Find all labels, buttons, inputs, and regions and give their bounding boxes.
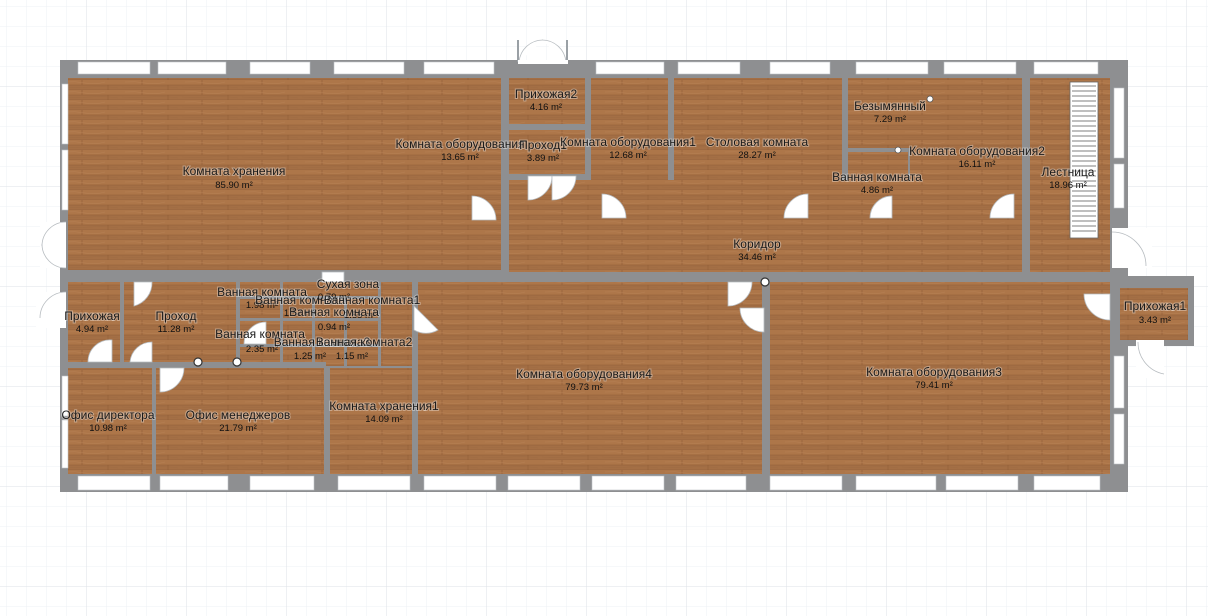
room-label-dining: Столовая комната — [706, 135, 809, 149]
room-label-storage1: Комната хранения1 — [329, 399, 439, 413]
room-area-hall1: 3.43 m² — [1139, 315, 1171, 326]
room-area-corridor: 34.46 m² — [738, 252, 776, 263]
room-label-bath2: Ванная комната2 — [316, 335, 413, 349]
floor-plan-canvas[interactable]: Комната хранения 85.90 m² Комната оборуд… — [0, 0, 1208, 616]
room-label-equip-left: Комната оборудования — [395, 137, 524, 151]
room-area-storage1: 14.09 m² — [365, 414, 403, 425]
room-label-hall2: Прихожая2 — [515, 87, 578, 101]
room-label-equip2: Комната оборудования2 — [909, 144, 1045, 158]
room-area-equip2: 16.11 m² — [959, 159, 996, 170]
staircase — [1069, 81, 1099, 239]
column-marker — [193, 357, 203, 367]
room-label-bath-c: Ванная комната — [289, 305, 379, 319]
room-label-pass: Проход — [155, 309, 196, 323]
room-label-equip3: Комната оборудования3 — [866, 365, 1002, 379]
room-label-dry-zone: Сухая зона — [317, 277, 380, 291]
room-area-managers: 21.79 m² — [219, 423, 257, 434]
room-label-equip1: Комната оборудования1 — [560, 135, 696, 149]
room-floor — [1120, 288, 1188, 340]
room-label-storage: Комната хранения — [183, 164, 286, 178]
room-label-hall1: Прихожая1 — [1124, 299, 1187, 313]
room-label-hall-left: Прихожая — [64, 309, 120, 323]
room-area-equip1: 12.68 m² — [609, 150, 647, 161]
room-label-director: Офис директора — [61, 408, 154, 422]
sink-fixture — [894, 146, 902, 154]
room-area-unnamed: 7.29 m² — [874, 114, 906, 125]
room-area-equip4: 79.73 m² — [565, 382, 603, 393]
room-area-pass1: 3.89 m² — [527, 153, 559, 164]
room-area-bath2: 1.15 m² — [336, 351, 368, 362]
room-area-equip-left: 13.65 m² — [441, 152, 479, 163]
sink-fixture — [926, 95, 934, 103]
room-area-hall-left: 4.94 m² — [76, 324, 108, 335]
room-label-unnamed: Безымянный — [854, 99, 926, 113]
room-area-bath-top: 4.86 m² — [861, 185, 893, 196]
room-label-corridor: Коридор — [733, 237, 781, 251]
room-area-equip3: 79.41 m² — [915, 380, 953, 391]
room-area-dining: 28.27 m² — [738, 150, 776, 161]
room-label-equip4: Комната оборудования4 — [516, 367, 652, 381]
room-area-bath3: 1.25 m² — [294, 351, 326, 362]
room-area-bath-c: 0.94 m² — [318, 322, 350, 333]
room-floor — [509, 78, 585, 124]
room-label-stairs: Лестница — [1042, 165, 1095, 179]
column-marker — [232, 357, 242, 367]
room-area-storage: 85.90 m² — [215, 180, 253, 191]
column-marker — [760, 277, 770, 287]
room-area-hall2: 4.16 m² — [530, 102, 562, 113]
room-label-bath-top: Ванная комната — [832, 170, 922, 184]
room-area-stairs: 18.96 m² — [1049, 180, 1087, 191]
room-area-pass: 11.28 m² — [158, 324, 195, 335]
room-area-director: 10.98 m² — [89, 423, 127, 434]
room-label-managers: Офис менеджеров — [186, 408, 291, 422]
